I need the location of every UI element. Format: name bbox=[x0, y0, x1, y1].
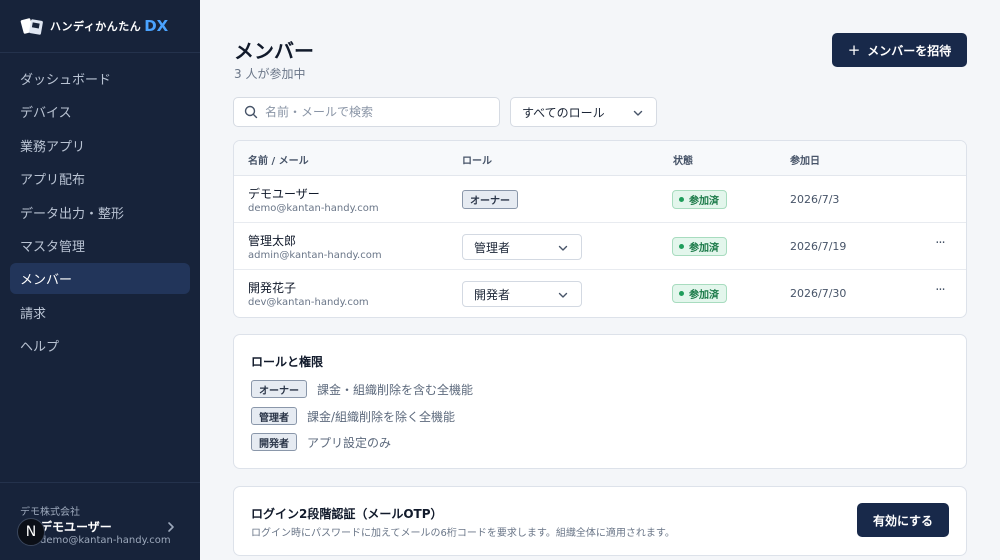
page-title: メンバー bbox=[234, 39, 314, 63]
account-switcher[interactable]: デモ株式会社 デモユーザー demo@kantan-handy.com N bbox=[0, 482, 200, 560]
role-select-value: 管理者 bbox=[474, 240, 511, 255]
status-label: 参加済 bbox=[689, 290, 719, 301]
role-description-item: 管理者 課金/組織削除を除く全機能 bbox=[251, 407, 455, 425]
status-dot-icon bbox=[679, 291, 684, 296]
sidebar-item-dashboard[interactable]: ダッシュボード bbox=[10, 63, 190, 94]
search-input[interactable] bbox=[265, 105, 485, 119]
role-description: 課金・組織削除を含む全機能 bbox=[317, 382, 474, 397]
status-badge: 参加済 bbox=[672, 237, 727, 256]
sidebar-item-members[interactable]: メンバー bbox=[10, 263, 190, 295]
sidebar-nav: ダッシュボード デバイス 業務アプリ アプリ配布 データ出力・整形 マスタ管理 … bbox=[0, 53, 200, 361]
status-label: 参加済 bbox=[689, 243, 719, 254]
user-email: demo@kantan-handy.com bbox=[40, 535, 171, 546]
chevron-right-icon bbox=[168, 522, 174, 532]
joined-date: 2026/7/19 bbox=[790, 240, 847, 253]
status-dot-icon bbox=[679, 244, 684, 249]
plus-icon: + bbox=[847, 41, 861, 59]
sidebar-item-billing[interactable]: 請求 bbox=[10, 297, 190, 328]
role-description-item: 開発者 アプリ設定のみ bbox=[251, 433, 391, 451]
brand-suffix: DX bbox=[144, 17, 169, 35]
more-actions-button[interactable]: ··· bbox=[932, 236, 948, 254]
sidebar-item-help[interactable]: ヘルプ bbox=[10, 330, 190, 361]
member-name: 開発花子 bbox=[248, 281, 297, 295]
member-email: demo@kantan-handy.com bbox=[248, 203, 379, 214]
role-filter-value: すべてのロール bbox=[522, 105, 605, 120]
role-description: 課金/組織削除を除く全機能 bbox=[307, 409, 456, 424]
member-name: 管理太郎 bbox=[248, 234, 297, 248]
logo-icon bbox=[20, 18, 43, 35]
member-email: admin@kantan-handy.com bbox=[248, 250, 382, 261]
role-select[interactable]: 管理者 bbox=[462, 234, 582, 260]
column-header-joined: 参加日 bbox=[790, 156, 820, 167]
joined-date: 2026/7/30 bbox=[790, 287, 847, 300]
column-header-status: 状態 bbox=[673, 156, 693, 167]
member-count: 3 人が参加中 bbox=[234, 67, 306, 81]
main-content: メンバー 3 人が参加中 + メンバーを招待 すべてのロール 名前 / メール … bbox=[200, 0, 1000, 560]
table-row: 管理太郎 admin@kantan-handy.com 管理者 参加済 2026… bbox=[234, 223, 966, 270]
sidebar: ハンディかんたん DX ダッシュボード デバイス 業務アプリ アプリ配布 データ… bbox=[0, 0, 200, 560]
member-email: dev@kantan-handy.com bbox=[248, 297, 369, 308]
table-row: デモユーザー demo@kantan-handy.com オーナー 参加済 20… bbox=[234, 176, 966, 223]
sidebar-item-data-export[interactable]: データ出力・整形 bbox=[10, 197, 190, 228]
roles-title: ロールと権限 bbox=[251, 355, 324, 369]
search-icon bbox=[244, 105, 258, 119]
table-row: 開発花子 dev@kantan-handy.com 開発者 参加済 2026/7… bbox=[234, 270, 966, 317]
org-name: デモ株式会社 bbox=[20, 507, 80, 518]
sidebar-item-master-data[interactable]: マスタ管理 bbox=[10, 230, 190, 261]
sidebar-item-business-apps[interactable]: 業務アプリ bbox=[10, 130, 190, 161]
members-table: 名前 / メール ロール 状態 参加日 デモユーザー demo@kantan-h… bbox=[233, 140, 967, 318]
two-factor-description: ログイン時にパスワードに加えてメールの6桁コードを要求します。組織全体に適用され… bbox=[251, 528, 675, 539]
role-badge: オーナー bbox=[462, 190, 518, 209]
avatar: N bbox=[17, 518, 45, 546]
invite-member-label: メンバーを招待 bbox=[867, 43, 952, 58]
search-box[interactable] bbox=[233, 97, 500, 127]
role-tag: オーナー bbox=[251, 380, 307, 398]
status-badge: 参加済 bbox=[672, 284, 727, 303]
more-actions-button[interactable]: ··· bbox=[932, 283, 948, 301]
column-header-name: 名前 / メール bbox=[248, 156, 309, 167]
chevron-down-icon bbox=[558, 245, 568, 251]
role-tag: 管理者 bbox=[251, 407, 297, 425]
role-select[interactable]: 開発者 bbox=[462, 281, 582, 307]
role-description-item: オーナー 課金・組織削除を含む全機能 bbox=[251, 380, 473, 398]
sidebar-item-devices[interactable]: デバイス bbox=[10, 96, 190, 127]
status-dot-icon bbox=[679, 197, 684, 202]
column-header-role: ロール bbox=[462, 156, 492, 167]
user-name: デモユーザー bbox=[40, 520, 112, 534]
sidebar-item-app-distribution[interactable]: アプリ配布 bbox=[10, 163, 190, 194]
role-filter-select[interactable]: すべてのロール bbox=[510, 97, 657, 127]
chevron-down-icon bbox=[558, 292, 568, 298]
two-factor-card: ログイン2段階認証（メールOTP） ログイン時にパスワードに加えてメールの6桁コ… bbox=[233, 486, 967, 556]
role-description: アプリ設定のみ bbox=[307, 435, 392, 450]
two-factor-title: ログイン2段階認証（メールOTP） bbox=[251, 507, 443, 521]
roles-permissions-card: ロールと権限 オーナー 課金・組織削除を含む全機能 管理者 課金/組織削除を除く… bbox=[233, 334, 967, 469]
enable-two-factor-button[interactable]: 有効にする bbox=[857, 503, 949, 537]
table-header: 名前 / メール ロール 状態 参加日 bbox=[234, 141, 966, 176]
brand-logo[interactable]: ハンディかんたん DX bbox=[0, 0, 200, 53]
role-tag: 開発者 bbox=[251, 433, 297, 451]
status-badge: 参加済 bbox=[672, 190, 727, 209]
joined-date: 2026/7/3 bbox=[790, 193, 840, 206]
status-label: 参加済 bbox=[689, 196, 719, 207]
chevron-down-icon bbox=[633, 110, 643, 116]
role-select-value: 開発者 bbox=[474, 287, 511, 302]
member-name: デモユーザー bbox=[248, 187, 320, 201]
brand-name: ハンディかんたん bbox=[50, 20, 142, 33]
invite-member-button[interactable]: + メンバーを招待 bbox=[832, 33, 967, 67]
